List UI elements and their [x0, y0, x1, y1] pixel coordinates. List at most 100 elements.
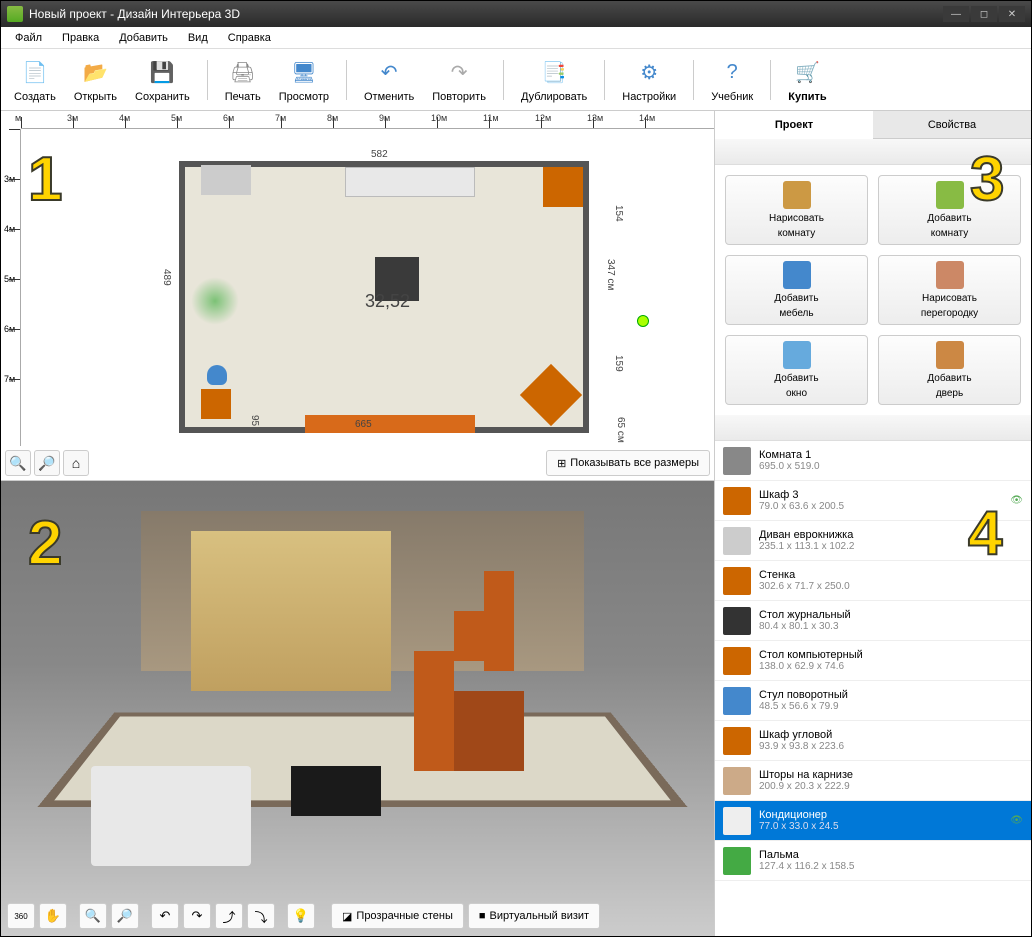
toolbar-label: Создать — [14, 91, 56, 103]
menubar: ФайлПравкаДобавитьВидСправка — [1, 27, 1031, 49]
toolbar-label: Повторить — [432, 91, 486, 103]
zoom-out-3d-button[interactable]: 🔍 — [79, 903, 107, 929]
list-item[interactable]: Шкаф угловой93.9 x 93.8 x 223.6 — [715, 721, 1031, 761]
close-button[interactable]: ✕ — [999, 6, 1025, 22]
room-outline[interactable]: 32,52 — [179, 161, 589, 433]
plant-icon[interactable] — [191, 277, 239, 325]
ruler-tick: 7м — [1, 379, 20, 429]
rotate-left-button[interactable]: ↶ — [151, 903, 179, 929]
furniture-shelf-corner[interactable] — [543, 167, 583, 207]
selection-handle[interactable] — [637, 315, 649, 327]
action-Нарисовать-перегородку[interactable]: Нарисоватьперегородку — [878, 255, 1021, 325]
toolbar-Открыть[interactable]: 📂Открыть — [69, 55, 122, 105]
3d-view[interactable]: 360 ✋ 🔍 🔎 ↶ ↷ ⤴ ⤵ 💡 ◪ Прозрачные стены — [1, 481, 714, 936]
toolbar-label: Просмотр — [279, 91, 329, 103]
furniture-chair[interactable] — [207, 365, 227, 385]
pan-button[interactable]: ✋ — [39, 903, 67, 929]
toolbar-Просмотр[interactable]: 🖥Просмотр — [274, 55, 334, 105]
furniture-desk[interactable] — [201, 389, 231, 419]
object-text: Стол компьютерный138.0 x 62.9 x 74.6 — [759, 649, 1023, 672]
transparent-label: Прозрачные стены — [356, 910, 452, 922]
toolbar-Дублировать[interactable]: 📑Дублировать — [516, 55, 592, 105]
action-icon — [783, 261, 811, 289]
list-item[interactable]: Пальма127.4 x 116.2 x 158.5 — [715, 841, 1031, 881]
toolbar-separator — [693, 60, 694, 100]
rotate-right-button[interactable]: ↷ — [183, 903, 211, 929]
ruler-vertical: 3м4м5м6м7м — [1, 129, 21, 446]
menu-Справка[interactable]: Справка — [218, 29, 281, 47]
ruler-tick: 7м — [281, 111, 333, 128]
object-text: Стенка302.6 x 71.7 x 250.0 — [759, 569, 1023, 592]
action-Добавить-дверь[interactable]: Добавить дверь — [878, 335, 1021, 405]
toolbar-separator — [770, 60, 771, 100]
zoom-in-3d-button[interactable]: 🔎 — [111, 903, 139, 929]
rotate-down-button[interactable]: ⤵ — [247, 903, 275, 929]
action-label-2: дверь — [936, 388, 963, 399]
object-dims: 93.9 x 93.8 x 223.6 — [759, 741, 1023, 752]
furniture-corner-shelf[interactable] — [520, 364, 582, 426]
furniture-sofa-top[interactable] — [345, 167, 475, 197]
toolbar-Сохранить[interactable]: 💾Сохранить — [130, 55, 195, 105]
action-label-1: Добавить — [927, 373, 971, 384]
toolbar-Повторить[interactable]: ↷Повторить — [427, 55, 491, 105]
Отменить-icon: ↶ — [373, 57, 405, 89]
list-item[interactable]: Комната 1695.0 x 519.0 — [715, 441, 1031, 481]
rotate-up-button[interactable]: ⤴ — [215, 903, 243, 929]
menu-Вид[interactable]: Вид — [178, 29, 218, 47]
object-dims: 80.4 x 80.1 x 30.3 — [759, 621, 1023, 632]
furniture-sofa-bottom[interactable] — [305, 415, 475, 433]
Учебник-icon: ? — [716, 57, 748, 89]
maximize-button[interactable]: ◻ — [971, 6, 997, 22]
toolbar-Создать[interactable]: 📄Создать — [9, 55, 61, 105]
list-item[interactable]: Шторы на карнизе200.9 x 20.3 x 222.9 — [715, 761, 1031, 801]
rotate360-button[interactable]: 360 — [7, 903, 35, 929]
toolbar-Настройки[interactable]: ⚙Настройки — [617, 55, 681, 105]
plan-view[interactable]: м3м4м5м6м7м8м9м10м11м12м13м14м 3м4м5м6м7… — [1, 111, 714, 481]
light-button[interactable]: 💡 — [287, 903, 315, 929]
plan-canvas[interactable]: 32,52 582 154 347 см 159 65 см 489 665 9… — [21, 129, 714, 446]
menu-Правка[interactable]: Правка — [52, 29, 109, 47]
ruler-tick: 3м — [1, 179, 20, 229]
toolbar-Купить[interactable]: 🛒Купить — [783, 55, 831, 105]
list-item[interactable]: Стул поворотный48.5 x 56.6 x 79.9 — [715, 681, 1031, 721]
virtual-visit-button[interactable]: ■ Виртуальный визит — [468, 903, 600, 929]
tab-Проект[interactable]: Проект — [715, 111, 873, 139]
action-label-1: Добавить — [774, 293, 818, 304]
toolbar-label: Купить — [788, 91, 826, 103]
titlebar: Новый проект - Дизайн Интерьера 3D — ◻ ✕ — [1, 1, 1031, 27]
ruler-tick: 9м — [385, 111, 437, 128]
show-dimensions-button[interactable]: ⊞ Показывать все размеры — [546, 450, 710, 476]
toolbar-label: Дублировать — [521, 91, 587, 103]
action-label-2: комнату — [778, 228, 815, 239]
action-Добавить-окно[interactable]: Добавитьокно — [725, 335, 868, 405]
furniture-ac[interactable] — [201, 165, 251, 195]
transparent-walls-button[interactable]: ◪ Прозрачные стены — [331, 903, 464, 929]
toolbar-Печать[interactable]: 🖨Печать — [220, 55, 266, 105]
ruler-tick: 6м — [1, 329, 20, 379]
ruler-tick: 14м — [645, 111, 697, 128]
toolbar-Отменить[interactable]: ↶ Отменить — [359, 55, 419, 105]
home-button[interactable]: ⌂ — [63, 450, 89, 476]
ruler-tick: 10м — [437, 111, 489, 128]
ruler-tick: 11м — [489, 111, 541, 128]
toolbar-label: Отменить — [364, 91, 414, 103]
eye-icon[interactable]: 👁 — [1010, 495, 1023, 506]
eye-icon[interactable]: 👁 — [1010, 815, 1023, 826]
zoom-out-button[interactable]: 🔍 — [5, 450, 31, 476]
ruler-tick: м — [21, 111, 73, 128]
action-Добавить-мебель[interactable]: Добавитьмебель — [725, 255, 868, 325]
action-label-1: Нарисовать — [922, 293, 977, 304]
minimize-button[interactable]: — — [943, 6, 969, 22]
zoom-in-button[interactable]: 🔎 — [34, 450, 60, 476]
dim-bottom: 665 — [355, 419, 372, 430]
menu-Добавить[interactable]: Добавить — [109, 29, 178, 47]
toolbar-Учебник[interactable]: ?Учебник — [706, 55, 758, 105]
list-item[interactable]: Стол журнальный80.4 x 80.1 x 30.3 — [715, 601, 1031, 641]
tab-Свойства[interactable]: Свойства — [873, 111, 1031, 139]
list-item[interactable]: Кондиционер77.0 x 33.0 x 24.5👁 — [715, 801, 1031, 841]
menu-Файл[interactable]: Файл — [5, 29, 52, 47]
action-Нарисовать-комнату[interactable]: Нарисоватькомнату — [725, 175, 868, 245]
object-icon — [723, 687, 751, 715]
object-dims: 138.0 x 62.9 x 74.6 — [759, 661, 1023, 672]
list-item[interactable]: Стол компьютерный138.0 x 62.9 x 74.6 — [715, 641, 1031, 681]
